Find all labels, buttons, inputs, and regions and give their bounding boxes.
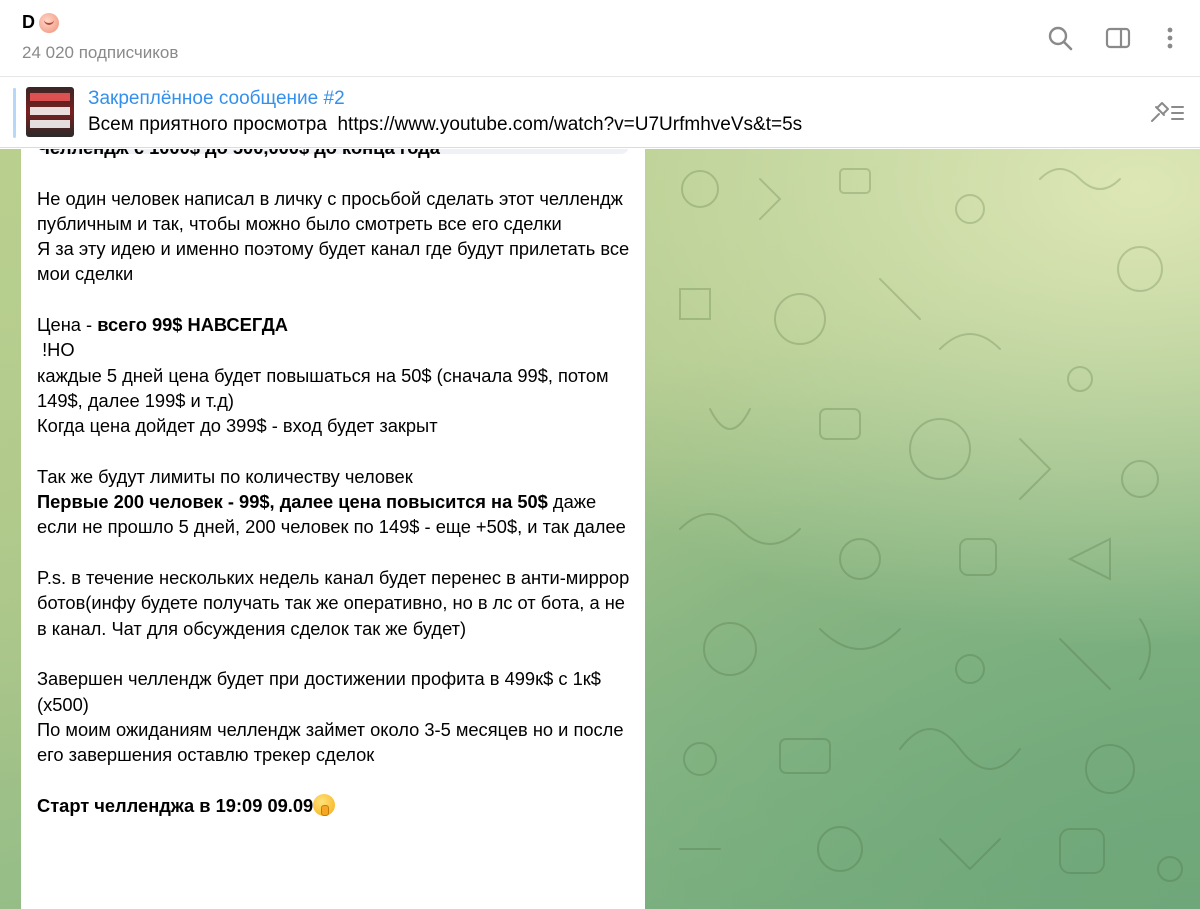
channel-title[interactable]: D bbox=[22, 12, 59, 33]
subscriber-count[interactable]: 24 020 подписчиков bbox=[22, 43, 178, 63]
doodle-pattern bbox=[679, 168, 1183, 882]
message-line: Когда цена дойдет до 399$ - вход будет з… bbox=[37, 415, 438, 437]
message-bubble[interactable]: Челлендж с 1000$ до 500,000$ до конца го… bbox=[21, 149, 645, 909]
search-icon[interactable] bbox=[1046, 24, 1074, 52]
price-label: Цена - bbox=[37, 314, 98, 336]
message-line: Завершен челлендж будет при достижении п… bbox=[37, 668, 606, 715]
shushing-face-emoji-icon bbox=[313, 793, 336, 816]
message-line: Так же будут лимиты по количеству челове… bbox=[37, 465, 413, 487]
pinned-message-bar[interactable]: Закреплённое сообщение #2 Всем приятного… bbox=[0, 78, 1200, 148]
more-vertical-icon[interactable] bbox=[1156, 24, 1184, 52]
pinned-title: Закреплённое сообщение #2 bbox=[88, 88, 345, 109]
message-heading: Челлендж с 1000$ до 500,000$ до конца го… bbox=[37, 149, 440, 158]
pinned-indicator bbox=[13, 88, 16, 138]
message-paragraph: P.s. в течение нескольких недель канал б… bbox=[37, 567, 635, 639]
pinned-preview-text: Всем приятного просмотра https://www.you… bbox=[88, 114, 803, 135]
sidebar-toggle-icon[interactable] bbox=[1104, 24, 1132, 52]
message-line: !НО bbox=[37, 339, 75, 361]
message-paragraph: Не один человек написал в личку с просьб… bbox=[37, 187, 628, 234]
message-line: каждые 5 дней цена будет повышаться на 5… bbox=[37, 364, 614, 411]
unpin-list-icon[interactable] bbox=[1148, 99, 1186, 127]
chat-background: Челлендж с 1000$ до 500,000$ до конца го… bbox=[0, 149, 1200, 909]
message-line: По моим ожиданиям челлендж займет около … bbox=[37, 718, 629, 766]
channel-name[interactable]: D bbox=[22, 12, 35, 33]
pinned-thumbnail bbox=[26, 87, 74, 137]
message-text: Челлендж с 1000$ до 500,000$ до конца го… bbox=[37, 149, 637, 818]
message-paragraph: Я за эту идею и именно поэтому будет кан… bbox=[37, 238, 635, 285]
start-date: Старт челленджа в 19:09 09.09 bbox=[37, 794, 314, 816]
face-emoji-icon bbox=[39, 12, 59, 33]
chat-header: D 24 020 подписчиков bbox=[0, 0, 1200, 77]
price-value: всего 99$ НАВСЕГДА bbox=[97, 314, 288, 336]
limits-bold: Первые 200 человек - 99$, далее цена пов… bbox=[37, 491, 548, 513]
